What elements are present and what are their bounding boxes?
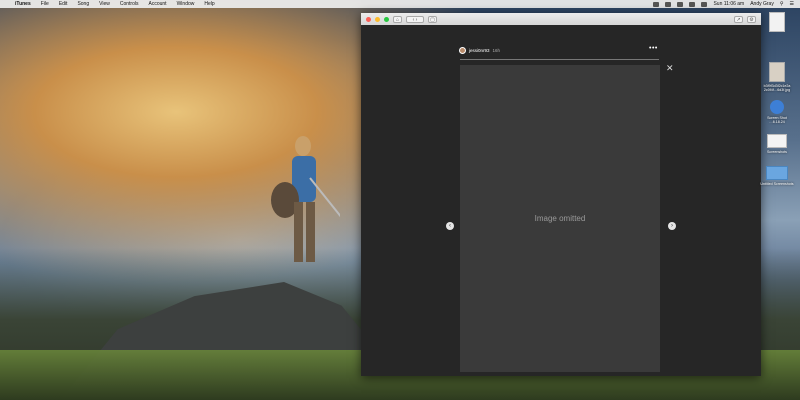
menu-help[interactable]: Help <box>199 1 219 7</box>
wallpaper-hero-figure <box>271 136 340 262</box>
menu-clock[interactable]: Sun 11:06 am <box>713 1 744 7</box>
menu-user[interactable]: Andy Gray <box>750 1 774 7</box>
menu-file[interactable]: File <box>36 1 54 7</box>
zoom-window-button[interactable] <box>384 16 389 22</box>
image-icon <box>769 62 785 82</box>
menu-edit[interactable]: Edit <box>54 1 73 7</box>
desktop-icon-label: b3f9f3d3f2c1e2a 2c0f4f…6d3f.jpg <box>763 84 791 92</box>
story-viewer: jessi0nr93 16h ••• ✕ Image omitted ‹ › <box>361 25 761 376</box>
story-progress-bar <box>460 59 659 60</box>
menu-app-name[interactable]: iTunes <box>10 1 36 7</box>
desktop-icon[interactable] <box>754 12 800 34</box>
close-icon[interactable]: ✕ <box>666 63 674 74</box>
menu-account[interactable]: Account <box>144 1 172 7</box>
home-icon[interactable]: ⌂ <box>393 15 402 23</box>
back-forward-button[interactable]: ‹ › <box>406 15 424 23</box>
avatar[interactable] <box>459 47 466 54</box>
story-viewer-window: ⌂ ‹ › ▢ ↗ ⚙ jessi0nr93 16h ••• ✕ Image o… <box>361 13 761 376</box>
more-options-icon[interactable]: ••• <box>649 45 658 52</box>
menu-window[interactable]: Window <box>172 1 200 7</box>
status-icon[interactable] <box>665 1 672 7</box>
volume-icon[interactable] <box>689 1 696 7</box>
share-icon[interactable]: ▢ <box>428 15 437 23</box>
desktop-icon[interactable]: b3f9f3d3f2c1e2a 2c0f4f…6d3f.jpg <box>754 62 800 92</box>
battery-icon[interactable] <box>701 1 708 7</box>
story-timestamp: 16h <box>492 48 501 53</box>
resize-icon[interactable]: ↗ <box>734 15 743 23</box>
menu-controls[interactable]: Controls <box>115 1 144 7</box>
folder-icon <box>767 134 787 148</box>
desktop-icon[interactable]: Screenshots <box>754 134 800 154</box>
minimize-window-button[interactable] <box>375 16 380 22</box>
screenshot-icon <box>770 100 784 114</box>
wifi-icon[interactable] <box>677 1 684 7</box>
desktop-icon[interactable]: Untitled Screenshots <box>754 166 800 186</box>
desktop-icon-label: Screen Shot …6.18.24 <box>767 116 787 124</box>
document-icon <box>769 12 785 32</box>
notification-center-icon[interactable]: ☰ <box>790 1 794 7</box>
menu-bar: iTunes File Edit Song View Controls Acco… <box>0 0 800 8</box>
story-media-placeholder[interactable]: Image omitted <box>460 65 660 372</box>
window-titlebar[interactable]: ⌂ ‹ › ▢ ↗ ⚙ <box>361 13 761 25</box>
story-media-note: Image omitted <box>534 214 586 223</box>
spotlight-icon[interactable]: ⚲ <box>780 1 784 7</box>
menu-song[interactable]: Song <box>72 1 94 7</box>
desktop-icon[interactable]: Screen Shot …6.18.24 <box>754 100 800 124</box>
folder-icon <box>766 166 788 180</box>
story-username[interactable]: jessi0nr93 <box>469 48 490 53</box>
close-window-button[interactable] <box>366 16 371 22</box>
menu-view[interactable]: View <box>94 1 115 7</box>
menu-status-area: Sun 11:06 am Andy Gray ⚲ ☰ <box>653 1 800 7</box>
previous-story-button[interactable]: ‹ <box>446 222 454 230</box>
desktop-icon-label: Untitled Screenshots <box>760 182 794 186</box>
next-story-button[interactable]: › <box>668 222 676 230</box>
story-header: jessi0nr93 16h <box>459 47 500 54</box>
desktop-icon-label: Screenshots <box>767 150 787 154</box>
status-icon[interactable] <box>653 1 660 7</box>
